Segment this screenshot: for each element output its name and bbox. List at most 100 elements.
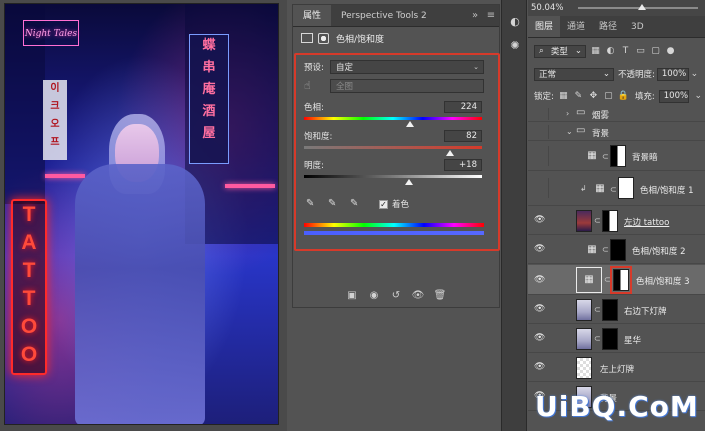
- layer-row-smoke-group[interactable]: › ▭ 烟雾: [528, 106, 705, 122]
- link-icon[interactable]: ⊂: [602, 245, 609, 254]
- tab-properties[interactable]: 属性: [293, 5, 332, 26]
- document-canvas-area[interactable]: Night Tales 이 크 오 프 蝶 串 庵 酒 屋 T A T T O …: [0, 0, 287, 431]
- filter-toggle-icon[interactable]: ●: [665, 46, 676, 57]
- delete-icon[interactable]: 🗑: [433, 289, 447, 303]
- lightness-slider-thumb[interactable]: [405, 179, 414, 185]
- lock-image-icon[interactable]: ✎: [573, 91, 584, 102]
- chevron-down-icon: ⌄: [602, 69, 610, 79]
- layer-row-hue-sat-2[interactable]: 👁 ▦ ⊂ 色相/饱和度 2: [528, 236, 705, 264]
- sign-char: 屋: [202, 126, 216, 141]
- adjustment-layer-icon[interactable]: [301, 33, 313, 43]
- canvas-artwork[interactable]: Night Tales 이 크 오 프 蝶 串 庵 酒 屋 T A T T O …: [4, 3, 279, 425]
- fill-field[interactable]: 100%: [658, 89, 689, 103]
- visibility-icon[interactable]: 👁: [411, 289, 425, 303]
- visibility-toggle[interactable]: [531, 146, 549, 166]
- eyedropper-plus-icon[interactable]: ✎: [328, 199, 338, 209]
- filter-kind-dropdown[interactable]: ⌕ 类型 ⌄: [534, 44, 586, 58]
- eye-icon[interactable]: 👁: [534, 333, 546, 343]
- filter-type-icon[interactable]: T: [620, 46, 631, 57]
- eye-icon[interactable]: 👁: [534, 304, 546, 314]
- visibility-toggle[interactable]: [531, 178, 549, 198]
- filter-shape-icon[interactable]: ▭: [635, 46, 646, 57]
- tab-perspective-tools[interactable]: Perspective Tools 2: [331, 5, 437, 26]
- eyedropper-minus-icon[interactable]: ✎: [350, 199, 360, 209]
- link-icon[interactable]: ⊂: [594, 334, 601, 343]
- lock-transparency-icon[interactable]: ▦: [558, 91, 569, 102]
- clip-to-layer-icon[interactable]: ▣: [345, 289, 359, 303]
- blend-mode-dropdown[interactable]: 正常 ⌄: [534, 67, 614, 81]
- link-icon[interactable]: ⊂: [594, 305, 601, 314]
- layer-row-left-tattoo[interactable]: 👁 ⊂ 左边 tattoo: [528, 207, 705, 235]
- targeted-adjustment-hand-icon[interactable]: ☝: [304, 79, 311, 92]
- layer-mask-thumbnail[interactable]: [602, 299, 618, 321]
- tattoo-letter: T: [22, 203, 36, 226]
- lock-position-icon[interactable]: ✥: [588, 91, 599, 102]
- hue-slider-track[interactable]: [304, 117, 482, 120]
- zoom-level[interactable]: 50.04%: [531, 3, 563, 13]
- collapse-icon[interactable]: »: [467, 5, 483, 26]
- layer-mask-thumbnail[interactable]: [610, 239, 626, 261]
- lightness-value-field[interactable]: +18: [444, 159, 482, 171]
- eye-icon[interactable]: 👁: [534, 362, 546, 372]
- channel-dropdown[interactable]: 全图: [330, 79, 484, 93]
- filter-smart-icon[interactable]: ▢: [650, 46, 661, 57]
- layer-thumbnail[interactable]: [576, 299, 592, 321]
- reset-icon[interactable]: ↺: [389, 289, 403, 303]
- sign-char: 庵: [202, 82, 216, 97]
- layer-row-hue-sat-1[interactable]: ↲ ▦ ⊂ 色相/饱和度 1: [528, 172, 705, 206]
- tab-layers[interactable]: 图层: [528, 16, 561, 37]
- chevron-down-icon[interactable]: ⌄: [689, 69, 700, 80]
- tab-paths[interactable]: 路径: [592, 16, 624, 37]
- colorize-checkbox[interactable]: ✓: [379, 200, 388, 209]
- layer-row-xinghua[interactable]: 👁 ⊂ 星华: [528, 325, 705, 353]
- filter-adjustment-icon[interactable]: ◐: [605, 46, 616, 57]
- view-previous-icon[interactable]: ◉: [367, 289, 381, 303]
- tab-3d[interactable]: 3D: [624, 16, 651, 37]
- layer-mask-thumbnail[interactable]: [602, 210, 618, 232]
- layer-mask-thumbnail[interactable]: [610, 145, 626, 167]
- layer-mask-thumbnail[interactable]: [618, 177, 634, 199]
- chevron-down-icon[interactable]: ⌄: [693, 91, 704, 102]
- saturation-value-field[interactable]: 82: [444, 130, 482, 142]
- layer-row-top-left-sign[interactable]: 👁 左上灯牌: [528, 354, 705, 382]
- saturation-slider-track[interactable]: [304, 146, 482, 149]
- hue-value-field[interactable]: 224: [444, 101, 482, 113]
- layer-row-hue-sat-3-selected[interactable]: 👁 ▦ ⊂ 色相/饱和度 3: [528, 265, 705, 295]
- layer-row-bg-dark[interactable]: ▦ ⊂ 背景暗: [528, 142, 705, 171]
- eye-icon[interactable]: 👁: [534, 215, 546, 225]
- layer-mask-icon[interactable]: [318, 32, 329, 44]
- tab-channels[interactable]: 通道: [560, 16, 592, 37]
- filter-pixel-icon[interactable]: ▦: [590, 46, 601, 57]
- panel-menu-icon[interactable]: ≡: [483, 5, 499, 26]
- blend-mode-value: 正常: [539, 70, 557, 80]
- eyedropper-icon[interactable]: ✎: [306, 199, 316, 209]
- layer-row-background-group[interactable]: ⌄ ▭ 背景: [528, 123, 705, 141]
- layer-thumbnail[interactable]: [576, 357, 592, 379]
- layer-thumbnail[interactable]: [576, 328, 592, 350]
- artboard-icon[interactable]: ▢: [603, 91, 614, 102]
- layer-thumbnail[interactable]: [576, 210, 592, 232]
- brush-panel-icon[interactable]: ✺: [507, 38, 523, 54]
- link-icon[interactable]: ⊂: [602, 152, 609, 161]
- adjustment-title: 色相/饱和度: [336, 34, 385, 45]
- lightness-slider-track[interactable]: [304, 175, 482, 178]
- hue-slider-thumb[interactable]: [405, 121, 414, 127]
- eye-icon[interactable]: 👁: [534, 244, 546, 254]
- zoom-slider-thumb[interactable]: [638, 4, 646, 10]
- visibility-toggle[interactable]: [531, 125, 549, 139]
- opacity-field[interactable]: 100%: [656, 67, 689, 81]
- chevron-down-icon[interactable]: ⌄: [566, 127, 573, 136]
- chevron-right-icon[interactable]: ›: [566, 109, 569, 118]
- properties-footer: ▣ ◉ ↺ 👁 🗑: [293, 285, 499, 307]
- visibility-toggle[interactable]: [531, 108, 549, 120]
- eye-icon[interactable]: 👁: [534, 275, 546, 285]
- link-icon[interactable]: ⊂: [610, 185, 617, 194]
- zoom-slider[interactable]: [578, 4, 698, 10]
- link-icon[interactable]: ⊂: [594, 216, 601, 225]
- layer-row-right-sign[interactable]: 👁 ⊂ 右边下灯牌: [528, 296, 705, 324]
- lock-all-icon[interactable]: 🔒: [618, 91, 629, 102]
- saturation-slider-thumb[interactable]: [445, 150, 454, 156]
- adjustments-panel-icon[interactable]: ◐: [507, 14, 523, 30]
- preset-dropdown[interactable]: 自定 ⌄: [330, 60, 484, 74]
- layer-mask-thumbnail[interactable]: [602, 328, 618, 350]
